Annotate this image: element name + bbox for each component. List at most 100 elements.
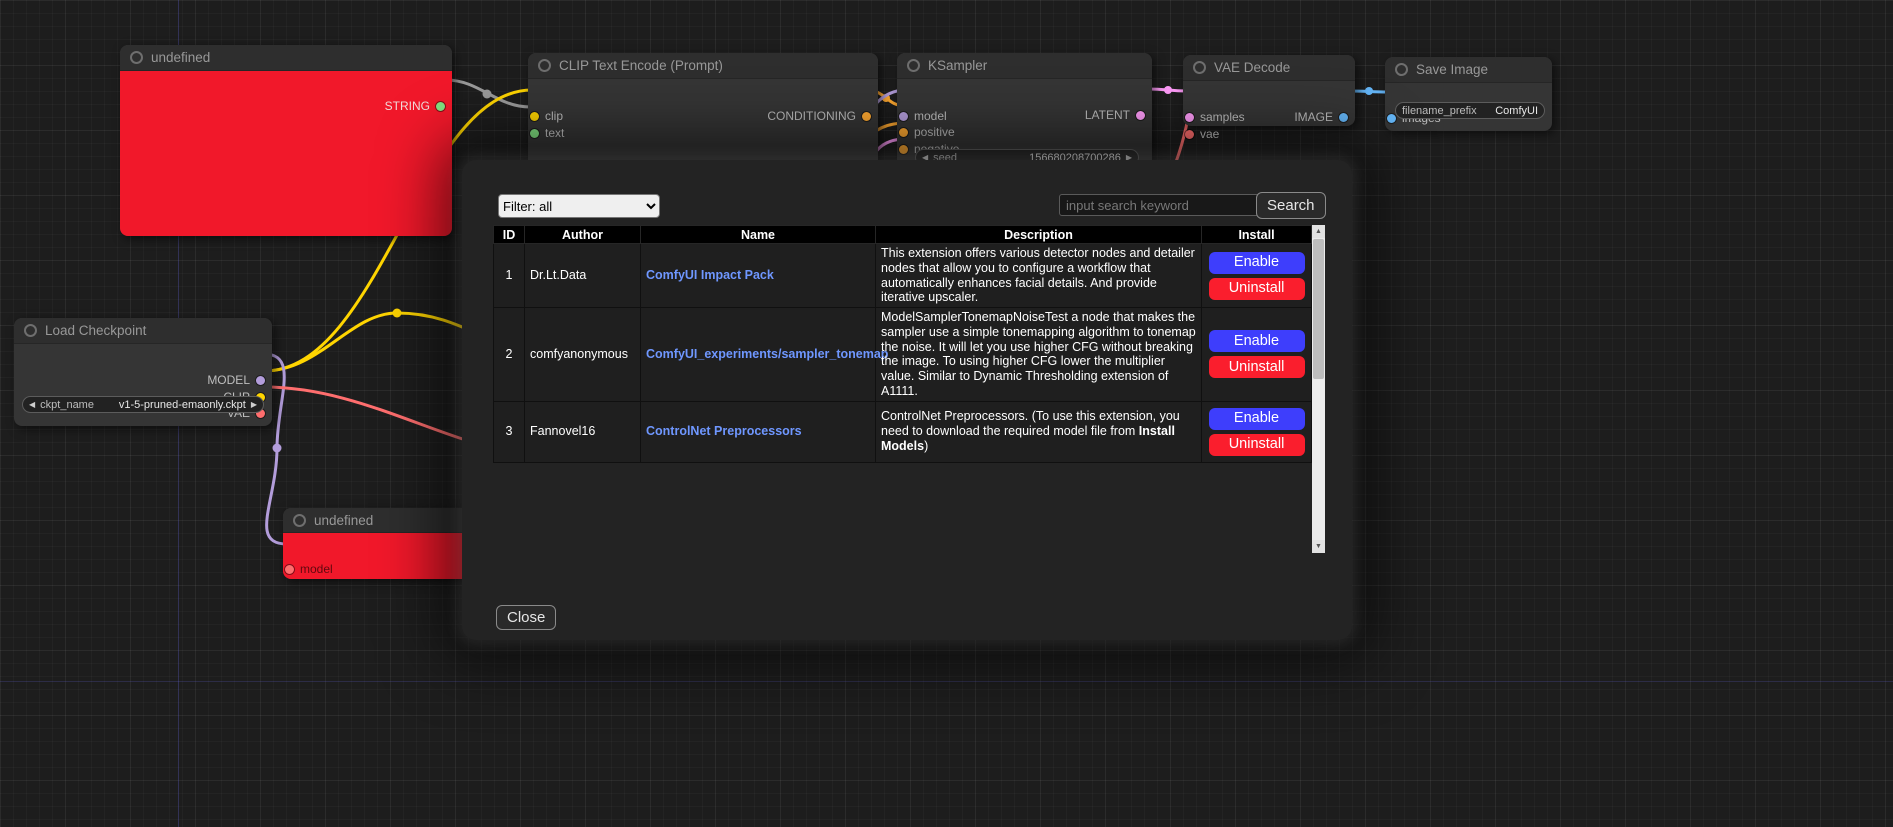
node-undefined-top[interactable]: undefined STRING	[120, 45, 452, 236]
uninstall-button[interactable]: Uninstall	[1209, 278, 1305, 300]
widget-label: filename_prefix	[1402, 105, 1477, 117]
slot-dot-latent[interactable]	[1136, 111, 1145, 120]
output-slot-latent[interactable]: LATENT	[1085, 108, 1145, 122]
collapse-icon[interactable]	[24, 324, 37, 337]
description-text: )	[924, 439, 928, 453]
extension-row: 1Dr.Lt.DataComfyUI Impact PackThis exten…	[494, 244, 1312, 308]
node-header[interactable]: undefined	[283, 508, 470, 533]
input-slot-text[interactable]: text	[530, 126, 564, 140]
input-slot-vae[interactable]: vae	[1185, 127, 1219, 141]
column-header: Name	[641, 226, 876, 244]
column-header: Description	[876, 226, 1202, 244]
wire-dot-latent	[1164, 86, 1172, 94]
output-slot-model[interactable]: MODEL	[207, 373, 265, 387]
slot-label: clip	[545, 109, 563, 123]
node-header[interactable]: VAE Decode	[1183, 55, 1355, 81]
slot-label: MODEL	[207, 373, 250, 387]
input-slot-positive[interactable]: positive	[899, 125, 955, 139]
node-header[interactable]: Save Image	[1385, 57, 1552, 83]
uninstall-button[interactable]: Uninstall	[1209, 434, 1305, 456]
output-slot-conditioning[interactable]: CONDITIONING	[767, 109, 871, 123]
widget-label: ckpt_name	[40, 399, 94, 411]
slot-dot-samples[interactable]	[1185, 113, 1194, 122]
slot-dot-model[interactable]	[899, 112, 908, 121]
input-slot-model[interactable]: model	[285, 562, 333, 576]
uninstall-button[interactable]: Uninstall	[1209, 356, 1305, 378]
slot-label: model	[300, 562, 333, 576]
slot-dot-model[interactable]	[285, 565, 294, 574]
extension-author: Fannovel16	[525, 401, 641, 462]
extension-author: Dr.Lt.Data	[525, 244, 641, 308]
increment-arrow-icon[interactable]: ▶	[251, 400, 257, 409]
scroll-down-icon[interactable]: ▼	[1312, 540, 1325, 553]
extension-author: comfyanonymous	[525, 308, 641, 402]
node-body: MODEL CLIP VAE	[14, 344, 272, 426]
collapse-icon[interactable]	[538, 59, 551, 72]
scrollbar-thumb[interactable]	[1313, 239, 1324, 379]
node-title: VAE Decode	[1214, 60, 1290, 75]
collapse-icon[interactable]	[1395, 63, 1408, 76]
extension-description: ControlNet Preprocessors. (To use this e…	[876, 401, 1202, 462]
decrement-arrow-icon[interactable]: ◀	[29, 400, 35, 409]
slot-dot-vae[interactable]	[1185, 130, 1194, 139]
table-header-row: IDAuthorNameDescriptionInstall	[494, 226, 1312, 244]
node-header[interactable]: CLIP Text Encode (Prompt)	[528, 53, 878, 79]
column-header: ID	[494, 226, 525, 244]
slot-dot-model[interactable]	[256, 376, 265, 385]
slot-label: text	[545, 126, 564, 140]
node-load-checkpoint[interactable]: Load Checkpoint MODEL CLIP VAE ◀ ckpt_na…	[14, 318, 272, 426]
node-title: undefined	[151, 50, 210, 65]
enable-button[interactable]: Enable	[1209, 408, 1305, 430]
slot-dot-text[interactable]	[530, 129, 539, 138]
enable-button[interactable]: Enable	[1209, 252, 1305, 274]
output-slot-string[interactable]: STRING	[385, 99, 445, 113]
slot-label: samples	[1200, 110, 1245, 124]
extension-link[interactable]: ControlNet Preprocessors	[646, 424, 802, 438]
node-header[interactable]: Load Checkpoint	[14, 318, 272, 344]
slot-label: CONDITIONING	[767, 109, 856, 123]
slot-dot-image[interactable]	[1339, 113, 1348, 122]
enable-button[interactable]: Enable	[1209, 330, 1305, 352]
slot-label: model	[914, 109, 947, 123]
node-body: STRING	[120, 71, 452, 236]
filter-select[interactable]: Filter: all	[498, 194, 660, 218]
node-save-image[interactable]: Save Image images filename_prefix ComfyU…	[1385, 57, 1552, 131]
node-body: model	[283, 533, 470, 579]
node-undefined-bottom[interactable]: undefined model	[283, 508, 470, 579]
wire-dot-clip	[393, 309, 402, 318]
input-slot-samples[interactable]: samples	[1185, 110, 1245, 124]
extension-link[interactable]: ComfyUI_experiments/sampler_tonemap	[646, 347, 888, 361]
slot-dot-conditioning[interactable]	[862, 112, 871, 121]
slot-dot-positive[interactable]	[899, 128, 908, 137]
collapse-icon[interactable]	[907, 59, 920, 72]
node-title: KSampler	[928, 58, 987, 73]
ckpt-name-widget[interactable]: ◀ ckpt_name v1-5-pruned-emaonly.ckpt ▶	[22, 396, 264, 413]
slot-dot-images[interactable]	[1387, 114, 1396, 123]
scroll-up-icon[interactable]: ▲	[1312, 225, 1325, 238]
extension-id: 1	[494, 244, 525, 308]
node-header[interactable]: undefined	[120, 45, 452, 71]
slot-dot-clip[interactable]	[530, 112, 539, 121]
filename-prefix-widget[interactable]: filename_prefix ComfyUI	[1395, 102, 1545, 119]
table-scrollbar[interactable]: ▲ ▼	[1312, 225, 1325, 553]
output-slot-image[interactable]: IMAGE	[1294, 110, 1348, 124]
input-slot-clip[interactable]: clip	[530, 109, 563, 123]
collapse-icon[interactable]	[1193, 61, 1206, 74]
search-button[interactable]: Search	[1256, 192, 1326, 219]
column-header: Install	[1202, 226, 1312, 244]
node-vae-decode[interactable]: VAE Decode samples vae IMAGE	[1183, 55, 1355, 126]
slot-label: vae	[1200, 127, 1219, 141]
search-input[interactable]	[1059, 194, 1259, 216]
wire-dot-model	[273, 444, 282, 453]
close-button[interactable]: Close	[496, 605, 556, 630]
node-header[interactable]: KSampler	[897, 53, 1152, 79]
node-title: CLIP Text Encode (Prompt)	[559, 58, 723, 73]
collapse-icon[interactable]	[293, 514, 306, 527]
extension-row: 2comfyanonymousComfyUI_experiments/sampl…	[494, 308, 1312, 402]
slot-dot-string[interactable]	[436, 102, 445, 111]
input-slot-model[interactable]: model	[899, 109, 947, 123]
slot-dot-negative[interactable]	[899, 145, 908, 154]
node-title: Save Image	[1416, 62, 1488, 77]
collapse-icon[interactable]	[130, 51, 143, 64]
extension-link[interactable]: ComfyUI Impact Pack	[646, 268, 774, 282]
